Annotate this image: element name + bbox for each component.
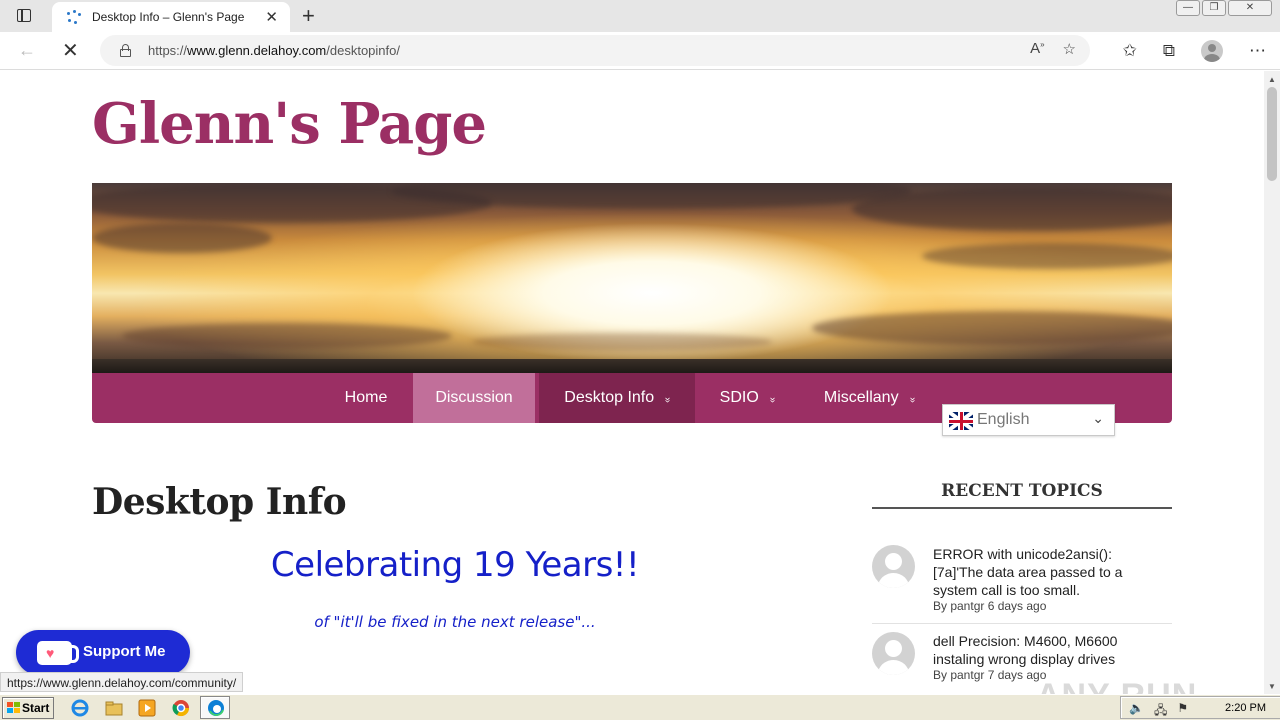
topic-link[interactable]: dell Precision: M4600, M6600 instaling w… (933, 632, 1163, 668)
chevron-down-icon: » (661, 397, 673, 403)
browser-tab-bar: Desktop Info – Glenn's Page ✕ + — ❐ ✕ (0, 0, 1280, 32)
new-tab-button[interactable]: + (302, 3, 315, 29)
chrome-icon[interactable] (171, 698, 191, 718)
nav-item-home[interactable]: Home (322, 373, 410, 423)
tab-close-icon[interactable]: ✕ (265, 8, 278, 26)
user-avatar-icon[interactable] (872, 545, 915, 588)
page-title: Desktop Info (92, 481, 347, 523)
back-arrow-icon[interactable]: ← (18, 40, 36, 61)
lock-icon[interactable] (120, 44, 131, 57)
url-text[interactable]: https://www.glenn.delahoy.com/desktopinf… (148, 43, 400, 58)
celebration-heading: Celebrating 19 Years!! (270, 545, 640, 585)
topic-meta: By pantgr 6 days ago (933, 599, 1047, 613)
address-toolbar: ← ✕ https://www.glenn.delahoy.com/deskto… (0, 32, 1280, 70)
browser-toolbar-icons: ✩ ⧉ ⋯ (1123, 40, 1266, 62)
coffee-heart-icon: ♥ (37, 641, 79, 665)
start-label: Start (22, 701, 50, 715)
more-menu-icon[interactable]: ⋯ (1249, 41, 1266, 61)
support-me-button[interactable]: ♥ Support Me (16, 630, 190, 675)
address-bar[interactable]: https://www.glenn.delahoy.com/desktopinf… (100, 35, 1090, 66)
start-button[interactable]: Start (2, 697, 54, 719)
minimize-button[interactable]: — (1176, 0, 1200, 16)
browser-tab-active[interactable]: Desktop Info – Glenn's Page ✕ (52, 2, 290, 32)
page-viewport: Glenn's Page Home Discussion Desktop Inf… (0, 71, 1264, 694)
favorites-icon[interactable]: ✩ (1123, 41, 1137, 61)
nav-item-miscellany[interactable]: Miscellany» (803, 373, 935, 423)
profile-avatar-icon[interactable] (1201, 40, 1223, 62)
taskbar-clock[interactable]: 2:20 PM (1225, 702, 1266, 714)
site-favicon-icon (66, 10, 82, 24)
scroll-up-icon[interactable]: ▲ (1268, 75, 1276, 84)
user-avatar-icon[interactable] (872, 632, 915, 675)
language-selected-value: English (977, 411, 1030, 428)
nav-item-desktop-info[interactable]: Desktop Info» (539, 373, 695, 423)
collections-icon[interactable]: ⧉ (1163, 41, 1175, 61)
media-player-icon[interactable] (137, 698, 157, 718)
tab-actions-icon[interactable] (10, 6, 38, 28)
chevron-down-icon: ⌄ (1092, 410, 1104, 426)
recent-topics-heading: RECENT TOPICS (872, 481, 1172, 509)
volume-icon[interactable]: 🔈 (1129, 701, 1144, 720)
language-selector[interactable]: English ⌄ (942, 404, 1115, 436)
topic-meta: By pantgr 7 days ago (933, 668, 1047, 682)
add-favorite-icon[interactable]: ☆ (1063, 40, 1076, 58)
topic-link[interactable]: ERROR with unicode2ansi(): [7a]'The data… (933, 545, 1163, 599)
close-window-button[interactable]: ✕ (1228, 0, 1272, 16)
restore-button[interactable]: ❐ (1202, 0, 1226, 16)
tagline-text: of "it'll be fixed in the next release".… (314, 613, 596, 631)
nav-item-discussion[interactable]: Discussion (413, 373, 535, 423)
tab-title: Desktop Info – Glenn's Page (92, 10, 245, 24)
flag-notification-icon[interactable]: ⚑ (1177, 701, 1188, 720)
status-bar-url: https://www.glenn.delahoy.com/community/ (0, 672, 244, 692)
windows-logo-icon (7, 702, 21, 714)
uk-flag-icon (949, 412, 973, 430)
header-banner-image (92, 183, 1172, 373)
watermark-logo: ANY RUN (1036, 677, 1197, 694)
ie-icon[interactable] (70, 698, 90, 718)
support-me-label: Support Me (83, 643, 166, 660)
chevron-down-icon: » (906, 397, 918, 403)
scroll-down-icon[interactable]: ▼ (1268, 682, 1276, 691)
nav-item-sdio[interactable]: SDIO» (699, 373, 795, 423)
read-aloud-icon[interactable]: A» (1030, 40, 1044, 58)
page-scrollbar[interactable]: ▲ ▼ (1264, 71, 1280, 694)
windows-taskbar: Start 🔈 🖧 ⚑ 2:20 PM (0, 694, 1280, 720)
window-controls: — ❐ ✕ (1176, 0, 1272, 18)
topic-divider (872, 623, 1172, 624)
system-tray: 🔈 🖧 ⚑ 2:20 PM (1120, 696, 1280, 719)
network-icon[interactable]: 🖧 (1154, 701, 1167, 720)
folder-icon[interactable] (104, 698, 124, 718)
address-bar-actions: A» ☆ (1030, 40, 1076, 58)
stop-loading-icon[interactable]: ✕ (62, 38, 79, 63)
edge-taskbar-button[interactable] (200, 696, 230, 719)
scroll-thumb[interactable] (1267, 87, 1277, 181)
chevron-down-icon: » (766, 397, 778, 403)
site-title[interactable]: Glenn's Page (92, 91, 487, 157)
